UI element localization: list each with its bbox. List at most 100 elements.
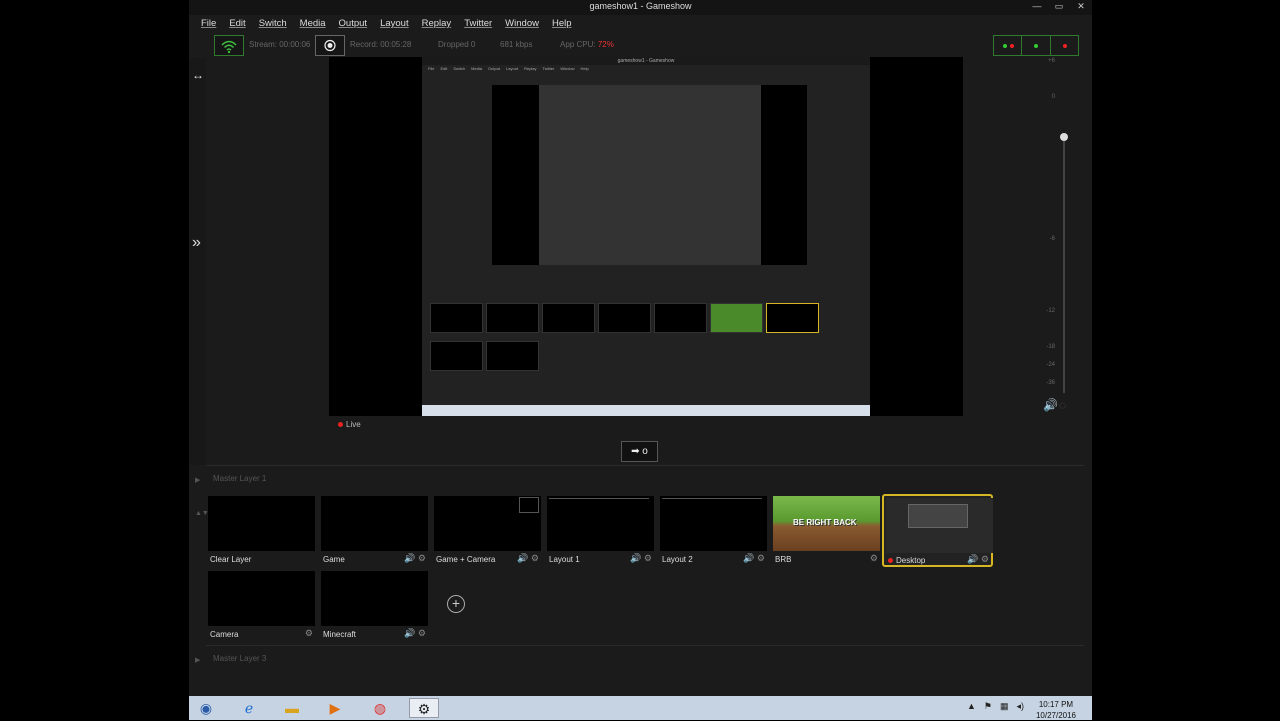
source-thumbnail[interactable] [547, 496, 654, 551]
nested-slot [430, 341, 483, 371]
tick-label: +6 [1048, 58, 1055, 64]
green-dot-icon [1034, 44, 1039, 48]
menu-file[interactable]: File [201, 15, 216, 33]
source-slot[interactable]: Layout 1 🔊 ⚙ [547, 496, 654, 565]
source-thumbnail[interactable] [208, 496, 315, 551]
resize-horizontal-icon[interactable]: ↔ [192, 68, 204, 82]
program-preview: gameshow1 - Gameshow File Edit Switch Media… [329, 57, 963, 416]
menu-switch[interactable]: Switch [259, 15, 287, 33]
file-explorer-icon[interactable]: ▬ [277, 698, 307, 718]
source-thumbnail[interactable] [434, 496, 541, 551]
red-dot-icon [1010, 44, 1014, 48]
menu-output[interactable]: Output [339, 15, 368, 33]
minimize-button[interactable]: — [1026, 0, 1048, 13]
tick-label: -24 [1046, 362, 1055, 368]
close-button[interactable]: ✕ [1070, 0, 1092, 13]
nested-inner-capture [539, 85, 761, 265]
nested-slot [486, 303, 539, 333]
audio-settings-icons[interactable]: 🔊 ⚙ [517, 553, 539, 564]
menu-replay[interactable]: Replay [422, 15, 452, 33]
source-label: Clear Layer [210, 555, 252, 564]
nested-source-grid [430, 303, 830, 383]
menu-twitter[interactable]: Twitter [464, 15, 492, 33]
menu-window[interactable]: Window [505, 15, 539, 33]
stream-button[interactable] [214, 35, 244, 56]
chrome-icon[interactable]: ◍ [365, 698, 395, 718]
windows-taskbar: ◉ ℯ ▬ ▶ ◍ ⚙ ▲ ⚑ ▦ ◂) 10:17 PM 10/27/2016 [189, 696, 1092, 720]
layer-header-3[interactable]: Master Layer 3 [206, 645, 1084, 667]
expand-arrow-icon[interactable]: ▶ [195, 476, 200, 484]
source-thumbnail[interactable] [321, 496, 428, 551]
menu-media[interactable]: Media [300, 15, 326, 33]
source-slot[interactable]: Minecraft 🔊 ⚙ [321, 571, 428, 640]
audio-settings-icons[interactable]: 🔊 ⚙ [967, 554, 989, 565]
system-tray: ▲ ⚑ ▦ ◂) [967, 701, 1024, 712]
volume-icon[interactable]: ◂) [1017, 701, 1025, 712]
live-indicator: Live [338, 420, 361, 429]
record-button[interactable] [315, 35, 345, 56]
source-thumbnail[interactable] [208, 571, 315, 626]
media-player-icon[interactable]: ▶ [320, 698, 350, 718]
source-slot[interactable]: Clear Layer [208, 496, 315, 565]
bus-1[interactable] [994, 36, 1023, 55]
headphones-icon[interactable]: ◌ [1059, 398, 1066, 412]
source-slot[interactable]: BE RIGHT BACK BRB ⚙ [773, 496, 880, 565]
bus-3[interactable] [1051, 36, 1078, 55]
tick-label: -12 [1046, 308, 1055, 314]
source-thumbnail[interactable] [886, 498, 993, 553]
source-thumbnail[interactable] [321, 571, 428, 626]
reorder-arrows-icon[interactable]: ▲▼ [195, 510, 209, 517]
tick-label: -18 [1046, 344, 1055, 350]
audio-settings-icons[interactable]: 🔊 ⚙ [404, 553, 426, 564]
menu-edit[interactable]: Edit [229, 15, 245, 33]
expand-panel-icon[interactable]: » [192, 234, 201, 252]
tick-label: -6 [1049, 236, 1055, 242]
source-thumbnail[interactable]: BE RIGHT BACK [773, 496, 880, 551]
record-icon [324, 39, 336, 52]
audio-settings-icons[interactable]: 🔊 ⚙ [743, 553, 765, 564]
menu-layout[interactable]: Layout [380, 15, 409, 33]
taskbar-clock[interactable]: 10:17 PM 10/27/2016 [1036, 699, 1076, 721]
live-label: Live [346, 420, 361, 429]
source-thumbnail[interactable] [660, 496, 767, 551]
nested-menu: File Edit Switch Media Output Layout Replay Twi… [428, 66, 589, 71]
settings-icon[interactable]: ⚙ [305, 628, 313, 639]
flag-icon[interactable]: ⚑ [984, 701, 992, 712]
source-label: Desktop [888, 556, 925, 565]
speaker-icon[interactable]: 🔊 [1043, 398, 1058, 412]
add-source-button[interactable]: + [447, 595, 465, 613]
green-dot-icon [1003, 44, 1007, 48]
audio-settings-icons[interactable]: 🔊 ⚙ [404, 628, 426, 639]
nested-preview [492, 85, 807, 265]
audio-settings-icons[interactable]: 🔊 ⚙ [630, 553, 652, 564]
output-bus-indicators[interactable] [993, 35, 1079, 56]
gameshow-icon[interactable]: ⚙ [409, 698, 439, 718]
bus-2[interactable] [1022, 36, 1051, 55]
nested-taskbar [422, 405, 870, 416]
expand-arrow-icon[interactable]: ▶ [195, 656, 200, 664]
volume-fader-handle[interactable] [1060, 133, 1068, 141]
show-hidden-icons-icon[interactable]: ▲ [967, 701, 976, 712]
bitrate: 681 kbps [500, 40, 533, 49]
volume-fader-track[interactable] [1063, 133, 1065, 393]
maximize-button[interactable]: ▭ [1048, 0, 1070, 13]
settings-icon[interactable]: ⚙ [870, 553, 878, 564]
transition-button[interactable]: ➡ o [621, 441, 658, 462]
cpu-usage: App CPU: 72% [560, 40, 614, 49]
layer-header-1[interactable]: Master Layer 1 [206, 465, 1084, 487]
volume-scale: +6 0 -6 -12 -18 -24 -36 [1029, 58, 1055, 398]
source-slot[interactable]: Camera ⚙ [208, 571, 315, 640]
source-label: BRB [775, 555, 792, 564]
dropped-frames: Dropped 0 [438, 40, 476, 49]
source-slot-active[interactable]: Desktop 🔊 ⚙ [882, 494, 993, 567]
menu-help[interactable]: Help [552, 15, 572, 33]
source-slot[interactable]: Game 🔊 ⚙ [321, 496, 428, 565]
start-button-icon[interactable]: ◉ [191, 698, 221, 718]
network-icon[interactable]: ▦ [1000, 701, 1009, 712]
source-slot[interactable]: Layout 2 🔊 ⚙ [660, 496, 767, 565]
nested-slot [766, 303, 819, 333]
thumb-text: BE RIGHT BACK [793, 518, 857, 527]
internet-explorer-icon[interactable]: ℯ [234, 698, 264, 718]
side-panel-toggle-strip[interactable]: ↔ » [189, 58, 206, 465]
source-slot[interactable]: Game + Camera 🔊 ⚙ [434, 496, 541, 565]
